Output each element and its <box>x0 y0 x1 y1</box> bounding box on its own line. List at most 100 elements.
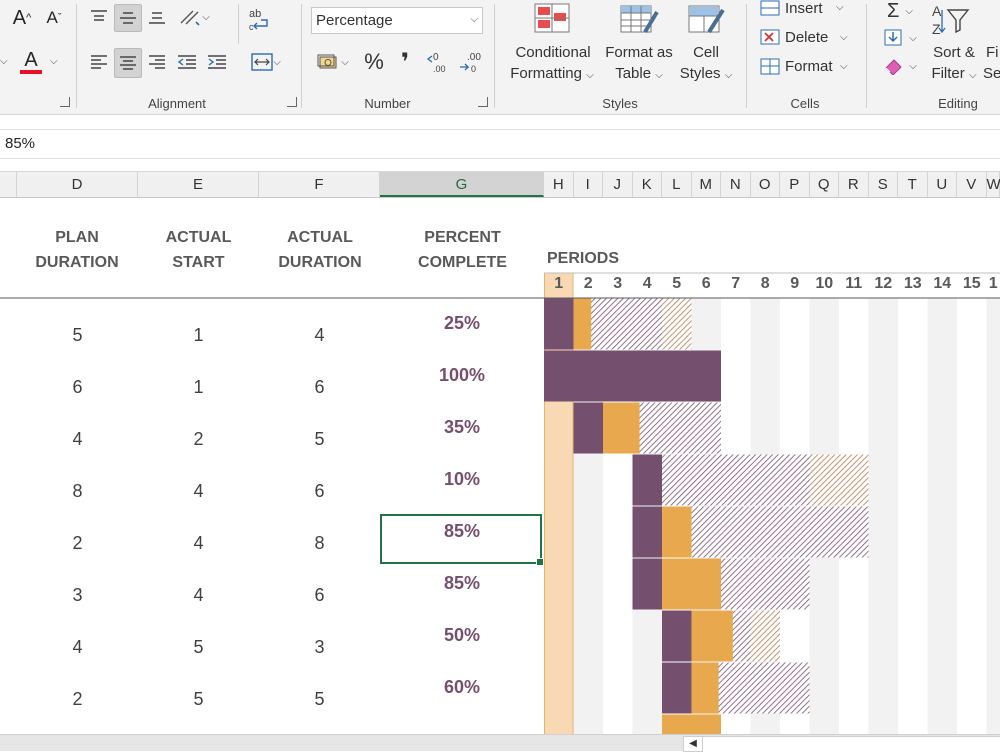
percent-complete-cell[interactable]: 25% <box>380 313 544 334</box>
middle-align-button[interactable] <box>114 4 142 32</box>
align-center-button[interactable] <box>114 48 142 78</box>
conditional-formatting-label: Conditional <box>508 42 598 63</box>
column-header-s[interactable]: S <box>869 172 899 197</box>
column-header-o[interactable]: O <box>751 172 781 197</box>
period-column-16 <box>987 298 1000 734</box>
percent-complete-header: PERCENTCOMPLETE <box>381 225 544 275</box>
highlight-dropdown-icon[interactable]: ⌵ <box>0 56 8 67</box>
actual-duration-cell[interactable]: 4 <box>259 325 380 346</box>
actual-duration-cell[interactable]: 8 <box>259 533 380 554</box>
column-header-g[interactable]: G <box>380 172 544 197</box>
increase-decimal-button[interactable]: 0.00 <box>424 48 452 76</box>
align-right-button[interactable] <box>144 48 170 76</box>
percent-complete-cell[interactable]: 35% <box>380 417 544 438</box>
complete-bar-8 <box>662 663 692 714</box>
decrease-decimal-button[interactable]: .000 <box>456 48 484 76</box>
number-dialog-launcher-icon[interactable] <box>478 97 488 107</box>
actual-start-cell[interactable]: 4 <box>138 585 259 606</box>
svg-text:0: 0 <box>471 64 476 74</box>
font-color-button[interactable]: A <box>16 48 46 76</box>
column-header-p[interactable]: P <box>780 172 810 197</box>
orientation-button[interactable]: ⌵ <box>174 4 214 30</box>
column-header-u[interactable]: U <box>928 172 958 197</box>
plan-duration-cell[interactable]: 4 <box>17 637 138 658</box>
comma-icon: ❜ <box>401 48 409 77</box>
column-header-l[interactable]: L <box>662 172 692 197</box>
column-header-h[interactable]: H <box>544 172 574 197</box>
fill-button[interactable]: ⌵ <box>876 27 924 49</box>
column-header-i[interactable]: I <box>574 172 604 197</box>
column-header-r[interactable]: R <box>839 172 869 197</box>
actual-start-cell[interactable]: 4 <box>138 481 259 502</box>
actual-duration-cell[interactable]: 3 <box>259 637 380 658</box>
increase-font-size-button[interactable]: A^ <box>8 4 36 32</box>
percent-complete-cell[interactable]: 100% <box>380 365 544 386</box>
decrease-font-size-button[interactable]: Aˇ <box>40 4 68 32</box>
merge-center-button[interactable]: ⌵ <box>244 48 288 76</box>
font-color-dropdown-icon[interactable]: ⌵ <box>50 56 58 67</box>
column-header-n[interactable]: N <box>721 172 751 197</box>
selected-cell-outline[interactable] <box>380 514 542 564</box>
number-group-label: Number <box>340 96 435 111</box>
actual-start-cell[interactable]: 4 <box>138 533 259 554</box>
percent-complete-cell[interactable]: 50% <box>380 625 544 646</box>
accounting-format-button[interactable]: ⌵ <box>311 48 355 76</box>
actual-duration-cell[interactable]: 6 <box>259 585 380 606</box>
top-align-button[interactable] <box>86 4 112 30</box>
font-dialog-launcher-icon[interactable] <box>60 97 70 107</box>
column-header-q[interactable]: Q <box>810 172 840 197</box>
percent-complete-cell[interactable]: 10% <box>380 469 544 490</box>
chevron-down-icon: ⌵ <box>836 2 844 13</box>
styles-group-label: Styles <box>580 96 660 111</box>
percent-complete-cell[interactable]: 60% <box>380 677 544 698</box>
plan-duration-cell[interactable]: 4 <box>17 429 138 450</box>
wrap-text-button[interactable]: abc <box>244 4 274 34</box>
fill-handle[interactable] <box>536 558 544 566</box>
column-header-e[interactable]: E <box>138 172 259 197</box>
actual-start-cell[interactable]: 5 <box>138 637 259 658</box>
actual-start-cell[interactable]: 2 <box>138 429 259 450</box>
bottom-align-button[interactable] <box>144 4 170 30</box>
column-header-blank[interactable] <box>0 172 17 197</box>
plan-duration-cell[interactable]: 2 <box>17 533 138 554</box>
horizontal-scrollbar[interactable] <box>703 736 1000 751</box>
number-format-select[interactable]: Percentage ⌵ <box>311 7 483 34</box>
increase-indent-button[interactable] <box>204 48 230 76</box>
percent-style-button[interactable]: % <box>360 48 388 76</box>
clear-button[interactable]: ⌵ <box>876 55 924 77</box>
percent-complete-cell[interactable]: 85% <box>380 573 544 594</box>
alignment-dialog-launcher-icon[interactable] <box>287 97 297 107</box>
plan-duration-cell[interactable]: 2 <box>17 689 138 710</box>
period-number: 7 <box>721 275 751 293</box>
comma-style-button[interactable]: ❜ <box>392 48 418 76</box>
insert-button[interactable]: Insert ⌵ <box>756 0 856 20</box>
column-header-v[interactable]: V <box>957 172 987 197</box>
actual-start-cell[interactable]: 5 <box>138 689 259 710</box>
complete-bar-1 <box>544 299 574 350</box>
actual-duration-cell[interactable]: 5 <box>259 689 380 710</box>
formula-bar[interactable]: 85% <box>0 129 1000 159</box>
plan-duration-cell[interactable]: 8 <box>17 481 138 502</box>
column-header-m[interactable]: M <box>692 172 722 197</box>
column-header-w[interactable]: W <box>987 172 1000 197</box>
format-button[interactable]: Format ⌵ <box>756 57 856 79</box>
column-header-d[interactable]: D <box>17 172 138 197</box>
actual-start-cell[interactable]: 1 <box>138 325 259 346</box>
column-header-row: DEFGHIJKLMNOPQRSTUVW <box>0 171 1000 198</box>
column-header-f[interactable]: F <box>259 172 380 197</box>
column-header-k[interactable]: K <box>633 172 663 197</box>
actual-duration-cell[interactable]: 5 <box>259 429 380 450</box>
column-header-t[interactable]: T <box>898 172 928 197</box>
separator <box>76 4 77 108</box>
align-left-button[interactable] <box>86 48 112 76</box>
plan-duration-cell[interactable]: 5 <box>17 325 138 346</box>
column-header-j[interactable]: J <box>603 172 633 197</box>
actual-duration-cell[interactable]: 6 <box>259 377 380 398</box>
actual-duration-cell[interactable]: 6 <box>259 481 380 502</box>
plan-duration-cell[interactable]: 3 <box>17 585 138 606</box>
delete-button[interactable]: Delete ⌵ <box>756 28 856 50</box>
decrease-indent-button[interactable] <box>174 48 200 76</box>
autosum-button[interactable]: Σ⌵ <box>876 0 924 22</box>
plan-duration-cell[interactable]: 6 <box>17 377 138 398</box>
actual-start-cell[interactable]: 1 <box>138 377 259 398</box>
